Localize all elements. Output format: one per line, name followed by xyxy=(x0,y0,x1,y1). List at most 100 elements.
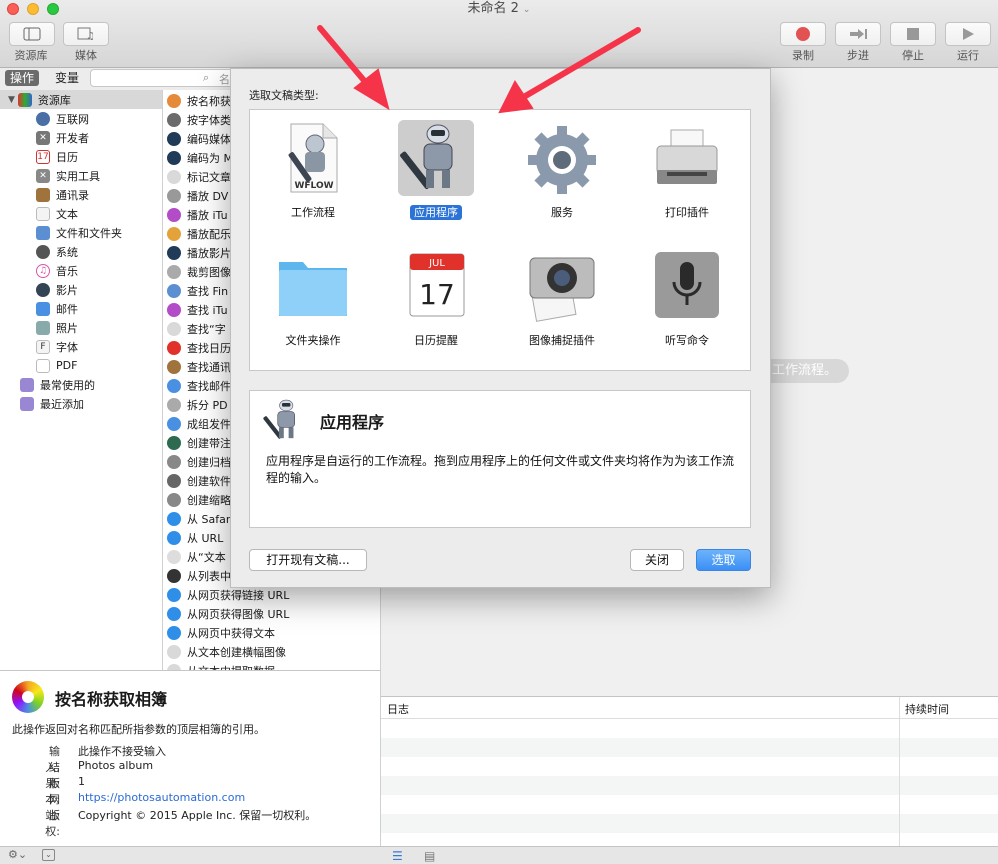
sidebar-item-label: 文件和文件夹 xyxy=(56,226,122,240)
collapse-icon[interactable]: ⌄ xyxy=(42,849,55,861)
sidebar-item-system[interactable]: 系统 xyxy=(36,242,78,261)
library-toolbar-label: 资源库 xyxy=(14,49,48,62)
type-calendar-alarm[interactable]: JUL 17 日历提醒 xyxy=(381,244,491,354)
tab-actions[interactable]: 操作 xyxy=(5,70,40,86)
action-item[interactable]: 从“文本 xyxy=(167,547,226,566)
action-item[interactable]: 播放 DV xyxy=(167,186,228,205)
action-item[interactable]: 从列表中 xyxy=(167,566,231,585)
action-item[interactable]: 播放配乐 xyxy=(167,224,231,243)
action-item[interactable]: 查找邮件 xyxy=(167,376,231,395)
run-button[interactable] xyxy=(945,22,991,46)
action-item[interactable]: 从文本创建横幅图像 xyxy=(167,642,286,661)
sidebar-item-files[interactable]: 文件和文件夹 xyxy=(36,223,122,242)
sidebar-item-utilities[interactable]: ✕ 实用工具 xyxy=(36,166,100,185)
action-item[interactable]: 创建缩略 xyxy=(167,490,231,509)
camera-icon xyxy=(529,257,595,322)
action-item[interactable]: 创建带注 xyxy=(167,433,231,452)
action-icon xyxy=(167,150,181,165)
sidebar-item-music[interactable]: ♫ 音乐 xyxy=(36,261,78,280)
type-label: 图像捕捉插件 xyxy=(507,332,617,348)
action-label: 从网页获得图像 URL xyxy=(187,607,290,621)
split-view-icon[interactable]: ▤ xyxy=(424,849,435,863)
choose-button[interactable]: 选取 xyxy=(696,549,751,571)
step-button[interactable] xyxy=(835,22,881,46)
media-toolbar-button[interactable]: ♫ xyxy=(63,22,109,46)
sidebar-item-label: 照片 xyxy=(56,321,78,335)
record-button[interactable] xyxy=(780,22,826,46)
type-workflow[interactable]: WFLOW 工作流程 xyxy=(258,116,368,226)
action-item[interactable]: 编码为 M xyxy=(167,148,233,167)
close-button[interactable]: 关闭 xyxy=(630,549,684,571)
sidebar-item-photos[interactable]: 照片 xyxy=(36,318,78,337)
action-item[interactable]: 从文本中提取数据 xyxy=(167,661,275,670)
sidebar-item-calendar[interactable]: 17 日历 xyxy=(36,147,78,166)
search-input[interactable]: ⌕ 名 xyxy=(90,69,235,87)
action-label: 裁剪图像 xyxy=(187,265,231,279)
action-item[interactable]: 从 URL xyxy=(167,528,223,547)
tab-variables[interactable]: 变量 xyxy=(50,70,84,86)
sidebar-item-pdf[interactable]: PDF xyxy=(36,356,77,375)
sidebar-item-internet[interactable]: 互联网 xyxy=(36,109,89,128)
sidebar-item-most-used[interactable]: 最常使用的 xyxy=(20,375,95,394)
action-item[interactable]: 按字体类 xyxy=(167,110,231,129)
action-label: 编码为 M xyxy=(187,151,233,165)
library-root[interactable]: ▼ 资源库 xyxy=(0,90,162,109)
action-item[interactable]: 标记文章 xyxy=(167,167,231,186)
library-toolbar-button[interactable] xyxy=(9,22,55,46)
detail-key: 版权: xyxy=(45,809,60,838)
action-icon xyxy=(167,587,181,602)
system-icon xyxy=(36,244,50,259)
action-icon xyxy=(167,492,181,507)
sidebar-item-contacts[interactable]: 通讯录 xyxy=(36,185,89,204)
action-item[interactable]: 从网页中获得文本 xyxy=(167,623,275,642)
action-item[interactable]: 查找 Fin xyxy=(167,281,228,300)
action-icon xyxy=(167,625,181,640)
action-item[interactable]: 按名称获 xyxy=(167,91,231,110)
stop-button[interactable] xyxy=(890,22,936,46)
action-item[interactable]: 查找 iTu xyxy=(167,300,228,319)
type-image-capture-plugin[interactable]: 图像捕捉插件 xyxy=(507,244,617,354)
action-item[interactable]: 拆分 PD xyxy=(167,395,228,414)
action-item[interactable]: 播放影片 xyxy=(167,243,231,262)
action-icon xyxy=(167,473,181,488)
action-label: 标记文章 xyxy=(187,170,231,184)
sidebar-item-developer[interactable]: ✕ 开发者 xyxy=(36,128,89,147)
sidebar-item-text[interactable]: 文本 xyxy=(36,204,78,223)
action-icon xyxy=(167,226,181,241)
action-label: 从文本创建横幅图像 xyxy=(187,645,286,659)
type-application[interactable]: 应用程序 xyxy=(381,116,491,226)
sidebar-item-fonts[interactable]: F 字体 xyxy=(36,337,78,356)
list-view-icon[interactable]: ☰ xyxy=(392,849,403,863)
action-item[interactable]: 从网页获得图像 URL xyxy=(167,604,289,623)
type-service[interactable]: 服务 xyxy=(507,116,617,226)
sidebar-item-movies[interactable]: 影片 xyxy=(36,280,78,299)
type-dictation-command[interactable]: 听写命令 xyxy=(632,244,742,354)
action-item[interactable]: 播放 iTu xyxy=(167,205,228,224)
action-item[interactable]: 成组发件 xyxy=(167,414,231,433)
sidebar-item-mail[interactable]: 邮件 xyxy=(36,299,78,318)
action-item[interactable]: 从 Safar xyxy=(167,509,230,528)
type-label-text: 应用程序 xyxy=(410,205,462,220)
action-icon xyxy=(167,606,181,621)
action-item[interactable]: 裁剪图像 xyxy=(167,262,231,281)
duration-column-header[interactable]: 持续时间 xyxy=(905,701,949,717)
automator-robot-icon xyxy=(398,120,474,196)
type-folder-action[interactable]: 文件夹操作 xyxy=(258,244,368,354)
action-icon xyxy=(167,321,181,336)
action-item[interactable]: 创建归档 xyxy=(167,452,231,471)
action-item[interactable]: 查找“字 xyxy=(167,319,226,338)
gear-icon[interactable]: ⚙⌄ xyxy=(8,848,27,861)
action-item[interactable]: 编码媒体 xyxy=(167,129,231,148)
detail-value: Photos album xyxy=(78,759,154,772)
open-existing-button[interactable]: 打开现有文稿... xyxy=(249,549,367,571)
sidebar-item-recent[interactable]: 最近添加 xyxy=(20,394,84,413)
action-item[interactable]: 查找日历 xyxy=(167,338,231,357)
action-item[interactable]: 查找通讯 xyxy=(167,357,231,376)
run-label: 运行 xyxy=(957,49,979,62)
action-item[interactable]: 创建软件 xyxy=(167,471,231,490)
log-column-header[interactable]: 日志 xyxy=(387,701,409,717)
action-icon xyxy=(167,93,181,108)
type-print-plugin[interactable]: 打印插件 xyxy=(632,116,742,226)
action-label: 成组发件 xyxy=(187,417,231,431)
window-title[interactable]: 未命名 2 ⌄ xyxy=(0,0,998,19)
